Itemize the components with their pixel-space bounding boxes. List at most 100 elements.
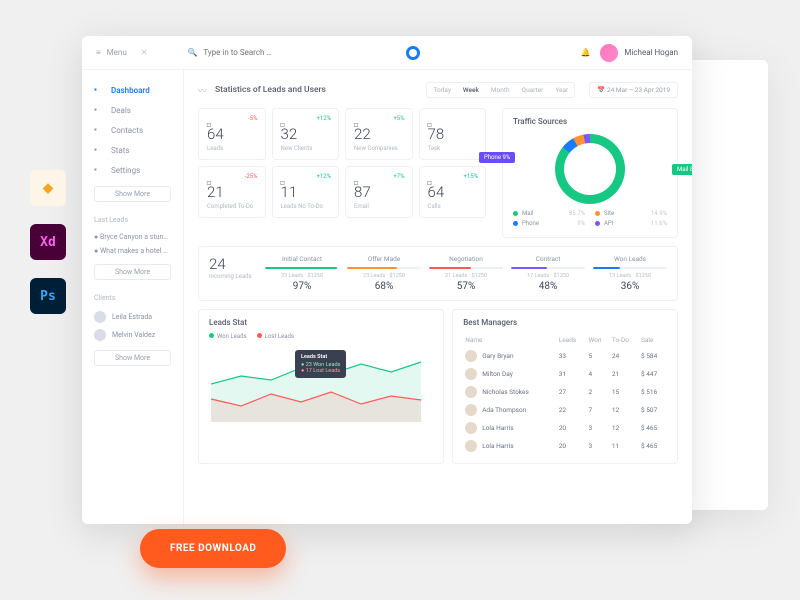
last-leads-title: Last Leads	[94, 216, 171, 224]
chart-legend: Won Leads Lost Leads	[209, 333, 433, 340]
title-row: 〰 Statistics of Leads and Users TodayWee…	[198, 82, 678, 98]
metric-delta: +15%	[463, 173, 478, 180]
avatar	[465, 404, 477, 416]
menu-label: Menu	[107, 48, 127, 57]
incoming-leads: 24Incoming Leads	[209, 255, 257, 292]
leads-stat-card: Leads Stat Won LeadsLost Leads Leads Sta…	[198, 309, 444, 464]
traffic-sources-card: Traffic Sources Phone 9% Mail 85.7% Mail…	[502, 108, 678, 238]
metric-delta: -5%	[248, 115, 257, 122]
lead-item[interactable]: ● Bryce Canyon a stunnin…	[94, 230, 171, 244]
traffic-badge-phone: Phone 9%	[479, 152, 515, 163]
funnel-stage: Negotiation21 Leads · $125057%	[429, 255, 503, 292]
format-badges: ◆ Xd Ps	[30, 170, 66, 314]
metric-grid: ▫-5%64Leads▫+12%32New Clients▫+5%22New C…	[198, 108, 486, 218]
period-month[interactable]: Month	[485, 83, 516, 97]
legend-item: Won Leads	[209, 333, 247, 340]
table-row[interactable]: Ada Thompson22712$ 507	[463, 401, 667, 419]
date-range-picker[interactable]: 📅 24 Mar – 23 Apr 2019	[589, 82, 678, 98]
metric-card[interactable]: ▫+5%22New Companies	[345, 108, 413, 160]
metric-card[interactable]: ▫-5%64Leads	[198, 108, 266, 160]
legend-item: Mail 85.7%	[513, 210, 585, 217]
sidebar: ▪Dashboard▪Deals▪Contacts▪Stats▪Settings…	[82, 70, 184, 524]
nav-item-stats[interactable]: ▪Stats	[94, 140, 171, 160]
metric-icon: ▫	[353, 115, 362, 124]
show-more-clients[interactable]: Show More	[94, 350, 171, 366]
metric-icon: ▫	[280, 115, 289, 124]
client-item[interactable]: Leila Estrada	[94, 308, 171, 326]
sketch-icon: ◆	[30, 170, 66, 206]
dashboard-window: ≡ Menu ✕ 🔍 🔔 Micheal Hogan ▪Dashboard▪De…	[82, 36, 692, 524]
period-segmented[interactable]: TodayWeekMonthQuarterYear	[426, 82, 575, 98]
close-icon[interactable]: ✕	[141, 48, 148, 57]
xd-icon: Xd	[30, 224, 66, 260]
show-more-nav[interactable]: Show More	[94, 186, 171, 202]
period-week[interactable]: Week	[457, 83, 485, 97]
legend-item: Lost Leads	[257, 333, 294, 340]
client-item[interactable]: Melvin Valdez	[94, 326, 171, 344]
metric-card[interactable]: ▫+12%32New Clients	[272, 108, 340, 160]
avatar	[94, 329, 106, 341]
nav-item-settings[interactable]: ▪Settings	[94, 160, 171, 180]
traffic-title: Traffic Sources	[513, 117, 667, 126]
best-managers-card: Best Managers NameLeadsWonTo-DoSaleGary …	[452, 309, 678, 464]
legend-item: Site 14.9%	[595, 210, 667, 217]
photoshop-icon: Ps	[30, 278, 66, 314]
chart-tooltip: Leads Stat ● 23 Won Leads ● 17 Lost Lead…	[295, 350, 346, 378]
table-row[interactable]: Lola Harris20312$ 465	[463, 419, 667, 437]
search-field[interactable]: 🔍	[187, 48, 406, 57]
period-quarter[interactable]: Quarter	[516, 83, 550, 97]
avatar	[465, 386, 477, 398]
traffic-legend: Mail 85.7% Site 14.9% Phone 9% API 11.6%	[513, 210, 667, 227]
table-row[interactable]: Nicholas Stokes27215$ 516	[463, 383, 667, 401]
lead-item[interactable]: ● What makes a hotel bou…	[94, 244, 171, 258]
avatar	[465, 368, 477, 380]
nav-icon: ▪	[94, 85, 104, 95]
nav-item-deals[interactable]: ▪Deals	[94, 100, 171, 120]
funnel-stage: Won Leads13 Leads · $125036%	[593, 255, 667, 292]
avatar	[465, 350, 477, 362]
metric-card[interactable]: ▫78Task	[419, 108, 487, 160]
avatar	[465, 440, 477, 452]
user-name: Micheal Hogan	[624, 48, 678, 57]
table-row[interactable]: Milton Day31421$ 447	[463, 365, 667, 383]
nav-icon: ▪	[94, 105, 104, 115]
free-download-button[interactable]: FREE DOWNLOAD	[140, 529, 286, 568]
metric-icon: ▫	[206, 173, 215, 182]
legend-item: API 11.6%	[595, 220, 667, 227]
metric-card[interactable]: ▫+7%87Email	[345, 166, 413, 218]
period-year[interactable]: Year	[549, 83, 574, 97]
period-today[interactable]: Today	[427, 83, 457, 97]
legend-item: Phone 9%	[513, 220, 585, 227]
metric-delta: +7%	[393, 173, 404, 180]
table-header: To-Do	[610, 333, 639, 347]
brand-logo	[406, 46, 420, 60]
managers-table: NameLeadsWonTo-DoSaleGary Bryan33524$ 58…	[463, 333, 667, 455]
metric-delta: +12%	[316, 115, 331, 122]
table-header: Won	[586, 333, 609, 347]
metric-card[interactable]: ▫+15%64Calls	[419, 166, 487, 218]
metric-icon: ▫	[427, 115, 436, 124]
search-input[interactable]	[203, 48, 323, 57]
metric-card[interactable]: ▫-25%21Completed To-Do	[198, 166, 266, 218]
nav-item-dashboard[interactable]: ▪Dashboard	[94, 80, 171, 100]
show-more-leads[interactable]: Show More	[94, 264, 171, 280]
metric-icon: ▫	[353, 173, 362, 182]
table-header: Name	[463, 333, 557, 347]
metric-card[interactable]: ▫+12%11Leads No To-Do	[272, 166, 340, 218]
table-row[interactable]: Lola Harris20311$ 465	[463, 437, 667, 455]
nav-icon: ▪	[94, 165, 104, 175]
funnel-stage: Initial Contact33 Leads · $125097%	[265, 255, 339, 292]
user-avatar[interactable]	[600, 44, 618, 62]
nav-item-contacts[interactable]: ▪Contacts	[94, 120, 171, 140]
traffic-badge-mail: Mail 85.7%	[672, 164, 692, 175]
funnel-card: 24Incoming LeadsInitial Contact33 Leads …	[198, 246, 678, 301]
hamburger-icon[interactable]: ≡	[96, 48, 101, 57]
nav-icon: ▪	[94, 125, 104, 135]
funnel-stage: Offer Made23 Leads · $125068%	[347, 255, 421, 292]
metric-icon: ▫	[206, 115, 215, 124]
metric-icon: ▫	[427, 173, 436, 182]
main-panel: 〰 Statistics of Leads and Users TodayWee…	[184, 70, 692, 524]
metric-delta: +12%	[316, 173, 331, 180]
table-row[interactable]: Gary Bryan33524$ 584	[463, 347, 667, 365]
bell-icon[interactable]: 🔔	[580, 48, 590, 57]
